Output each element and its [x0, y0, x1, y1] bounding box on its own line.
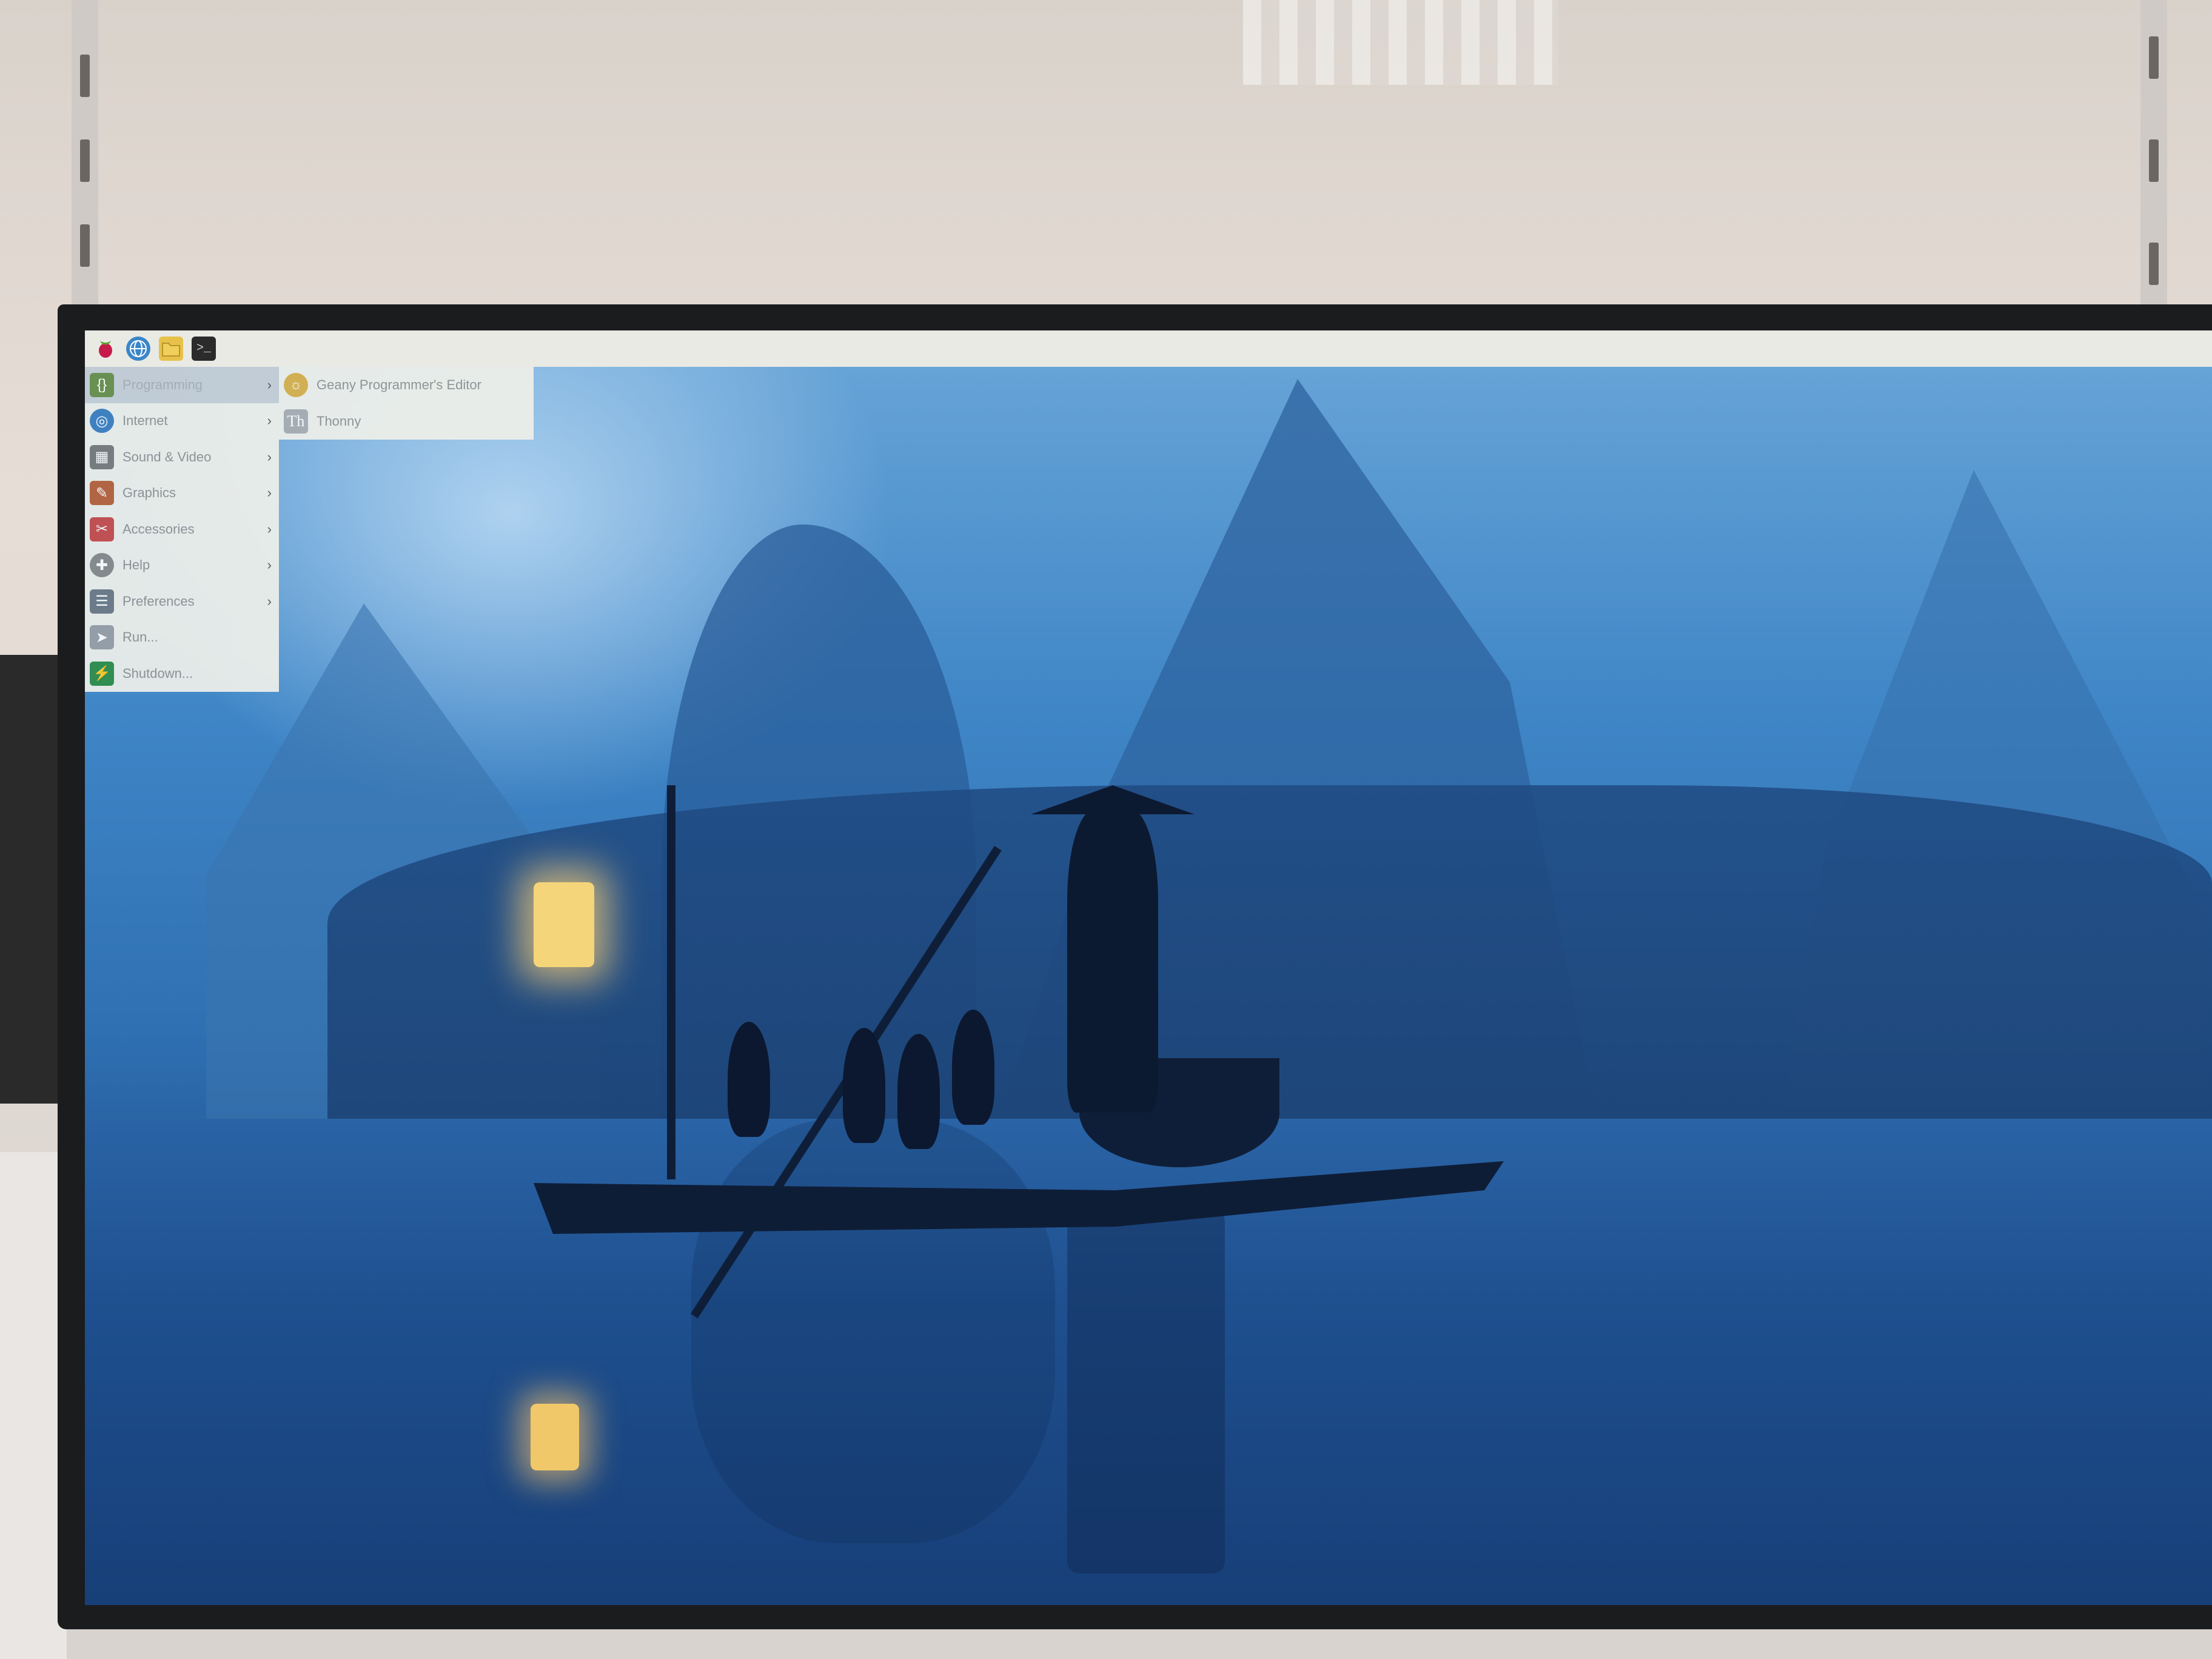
wallpaper-reflection	[691, 1119, 1055, 1543]
menu-item-label: Graphics	[122, 485, 176, 501]
submenu-item-thonny[interactable]: Th Thonny	[279, 403, 534, 440]
shelf-post	[2140, 0, 2167, 315]
wallpaper-reflection	[1067, 1210, 1225, 1574]
sound-video-icon: ▦	[90, 444, 114, 469]
menu-item-label: Help	[122, 557, 150, 573]
ceiling-light	[1243, 0, 1558, 85]
lantern	[534, 882, 594, 967]
run-icon: ➤	[90, 625, 114, 650]
lantern-post	[667, 785, 675, 1179]
background-desk	[0, 1152, 67, 1659]
menu-item-accessories[interactable]: ✂ Accessories ›	[85, 511, 279, 548]
menu-item-internet[interactable]: ◎ Internet ›	[85, 403, 279, 440]
menu-item-label: Programming	[122, 377, 203, 392]
menu-item-label: Sound & Video	[122, 449, 212, 464]
monitor: >_ {} Programming › ◎ Internet › ▦ Sound…	[58, 304, 2212, 1629]
terminal-icon[interactable]: >_	[192, 337, 216, 361]
file-manager-icon[interactable]	[159, 337, 183, 361]
submenu-item-geany[interactable]: ☼ Geany Programmer's Editor	[279, 367, 534, 403]
desktop-screen: >_ {} Programming › ◎ Internet › ▦ Sound…	[85, 330, 2212, 1605]
menu-item-label: Thonny	[317, 414, 361, 429]
chevron-right-icon: ›	[267, 521, 272, 537]
internet-icon: ◎	[90, 409, 114, 434]
cormorant	[843, 1028, 885, 1143]
chevron-right-icon: ›	[267, 593, 272, 609]
menu-item-graphics[interactable]: ✎ Graphics ›	[85, 475, 279, 512]
programming-icon: {}	[90, 372, 114, 397]
fisherman	[1067, 809, 1158, 1113]
menu-item-help[interactable]: ✚ Help ›	[85, 548, 279, 584]
shelf-post	[72, 0, 98, 315]
chevron-right-icon: ›	[267, 413, 272, 429]
background-pole	[0, 655, 58, 1104]
help-icon: ✚	[90, 553, 114, 578]
raspberry-menu-icon[interactable]	[93, 337, 118, 361]
accessories-icon: ✂	[90, 517, 114, 541]
application-menu: {} Programming › ◎ Internet › ▦ Sound & …	[85, 367, 279, 692]
terminal-glyph: >_	[196, 341, 211, 355]
preferences-icon: ☰	[90, 589, 114, 614]
menu-item-label: Geany Programmer's Editor	[317, 377, 481, 392]
programming-submenu: ☼ Geany Programmer's Editor Th Thonny	[279, 367, 534, 440]
thonny-icon: Th	[284, 409, 308, 434]
menu-item-preferences[interactable]: ☰ Preferences ›	[85, 583, 279, 620]
chevron-right-icon: ›	[267, 557, 272, 573]
menu-item-shutdown[interactable]: ⚡ Shutdown...	[85, 655, 279, 692]
cormorant	[952, 1010, 994, 1125]
menu-item-label: Internet	[122, 413, 168, 429]
chevron-right-icon: ›	[267, 377, 272, 392]
geany-icon: ☼	[284, 373, 308, 397]
cormorant	[897, 1034, 940, 1149]
menu-item-label: Shutdown...	[122, 665, 193, 681]
shutdown-icon: ⚡	[90, 661, 114, 686]
top-panel: >_	[85, 330, 2212, 367]
menu-item-sound-video[interactable]: ▦ Sound & Video ›	[85, 439, 279, 475]
web-browser-icon[interactable]	[126, 337, 150, 361]
menu-item-label: Preferences	[122, 593, 195, 609]
menu-item-programming[interactable]: {} Programming ›	[85, 367, 279, 403]
menu-item-label: Run...	[122, 629, 158, 645]
menu-item-run[interactable]: ➤ Run...	[85, 620, 279, 656]
chevron-right-icon: ›	[267, 485, 272, 501]
lantern-reflection	[531, 1404, 579, 1470]
cormorant	[728, 1022, 770, 1137]
graphics-icon: ✎	[90, 481, 114, 506]
chevron-right-icon: ›	[267, 449, 272, 464]
menu-item-label: Accessories	[122, 521, 195, 537]
